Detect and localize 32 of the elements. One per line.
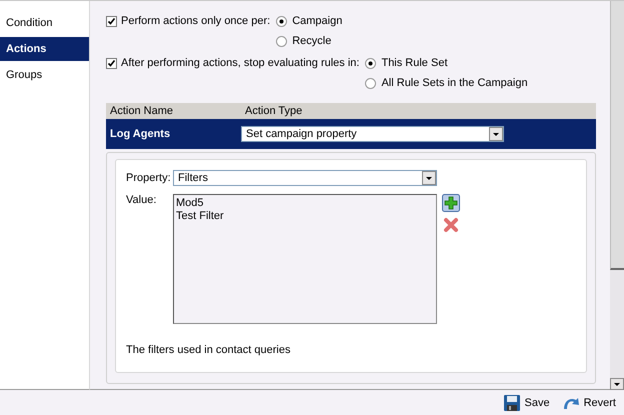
- column-header: Action Type: [244, 105, 302, 117]
- field-label: Property:: [126, 172, 172, 184]
- radio-button[interactable]: [276, 36, 288, 46]
- action-type-dropdown[interactable]: Set campaign property: [241, 126, 504, 142]
- checkbox[interactable]: [106, 58, 117, 68]
- value-list[interactable]: Mod5 Test Filter: [173, 194, 437, 324]
- list-item[interactable]: Test Filter: [176, 210, 434, 223]
- field-label: Value:: [126, 194, 158, 206]
- action-name: Log Agents: [109, 128, 172, 140]
- checkbox-label: Perform actions only once per:: [121, 15, 270, 27]
- radio-button[interactable]: [365, 58, 376, 68]
- radio-label: Campaign: [292, 15, 342, 27]
- add-icon[interactable]: [442, 194, 460, 212]
- checkbox-label: After performing actions, stop evaluating rules in:: [121, 57, 360, 69]
- radio-button[interactable]: [276, 16, 288, 26]
- radio-label: This Rule Set: [381, 57, 448, 69]
- column-header: Action Name: [109, 105, 174, 117]
- sidebar-item[interactable]: Actions: [0, 37, 89, 61]
- list-item[interactable]: Mod5: [176, 197, 434, 210]
- radio-label: All Rule Sets in the Campaign: [381, 77, 528, 89]
- checkbox[interactable]: [106, 16, 117, 26]
- property-dropdown[interactable]: Filters: [173, 170, 437, 186]
- radio-button[interactable]: [365, 78, 376, 88]
- sidebar-item[interactable]: Groups: [0, 63, 89, 87]
- save-button[interactable]: Save: [502, 394, 550, 410]
- sidebar-item[interactable]: Condition: [0, 11, 89, 35]
- revert-button[interactable]: Revert: [562, 394, 616, 410]
- scrollbar[interactable]: [610, 1, 624, 390]
- delete-icon[interactable]: [442, 216, 460, 234]
- radio-label: Recycle: [292, 35, 332, 47]
- property-description: The filters used in contact queries: [126, 344, 292, 358]
- table-row[interactable]: Log Agents Set campaign property: [106, 119, 596, 152]
